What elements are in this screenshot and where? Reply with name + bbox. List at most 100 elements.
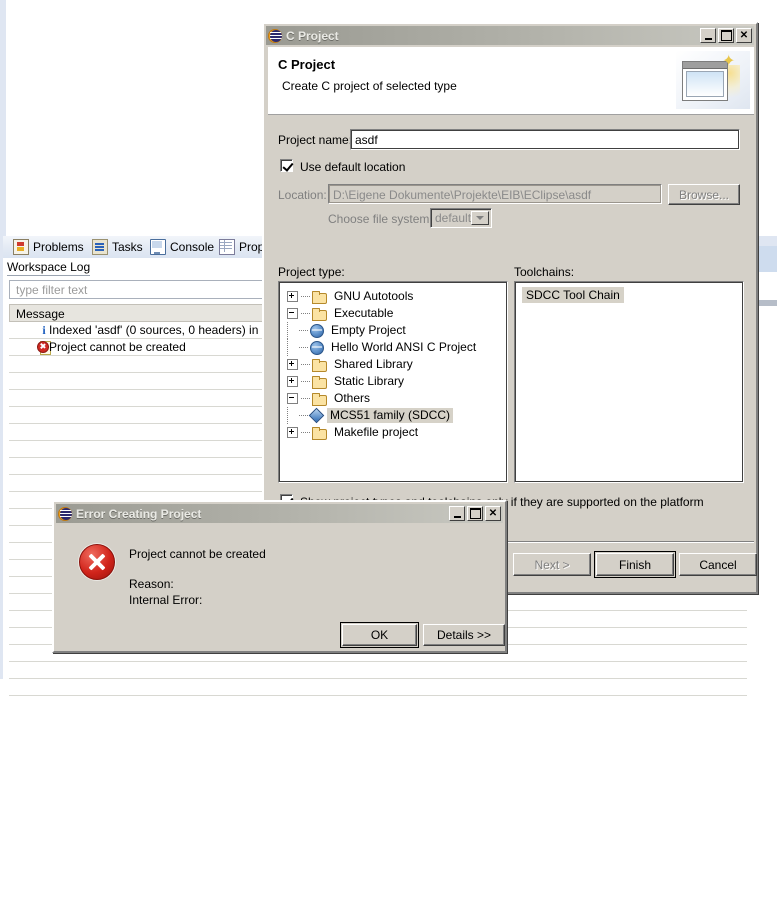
wizard-banner: C Project Create C project of selected t… [268,47,754,115]
expand-icon[interactable] [287,291,298,302]
maximize-button[interactable] [467,506,483,521]
details-button[interactable]: Details >> [423,624,505,646]
tree-guide [287,322,288,339]
ok-button[interactable]: OK [340,622,419,648]
tree-connector [301,381,310,382]
new-project-wizard-icon: ✦ [676,51,750,109]
tree-item-label: Executable [334,306,394,320]
tab-problems[interactable]: Problems [9,238,88,256]
console-icon [150,239,166,255]
maximize-button[interactable] [718,28,734,43]
table-row-empty [9,679,753,696]
bullet-icon [310,323,324,338]
list-item[interactable]: SDCC Tool Chain [522,287,624,303]
project-type-tree[interactable]: GNU Autotools Executable Empty Project Hell… [278,281,508,483]
tab-console-label: Console [170,240,215,254]
error-reason-label: Reason: [129,577,174,591]
tree-item-label: Others [334,391,371,405]
tree-connector [301,398,310,399]
chevron-down-icon[interactable] [471,211,489,225]
tasks-icon [92,239,108,255]
info-icon: i [42,323,46,337]
view-title: Workspace Log [7,260,91,276]
close-button[interactable] [736,28,752,43]
tree-connector [299,415,308,416]
error-message: Project cannot be created [129,547,266,561]
folder-icon [312,290,327,304]
tree-item-label: Static Library [334,374,405,388]
tree-connector [301,313,310,314]
tree-item[interactable]: MCS51 family (SDCC) [287,407,503,424]
minimize-button[interactable] [700,28,716,43]
toolchains-label: Toolchains: [514,265,575,279]
tree-connector [301,364,310,365]
close-button[interactable] [485,506,501,521]
error-dialog-title-buttons [449,506,501,521]
tab-tasks[interactable]: Tasks [88,238,147,256]
wizard-subtitle: Create C project of selected type [282,79,457,93]
location-input[interactable]: D:\Eigene Dokumente\Projekte\EIB\EClipse… [328,184,662,204]
error-icon [79,544,115,580]
log-row-text: Indexed 'asdf' (0 sources, 0 headers) in… [49,323,279,337]
next-button[interactable]: Next > [513,553,591,576]
filter-placeholder: type filter text [16,283,88,297]
file-system-label: Choose file system: [328,212,433,226]
folder-icon [312,426,327,440]
location-value: D:\Eigene Dokumente\Projekte\EIB\EClipse… [333,188,592,202]
tab-tasks-label: Tasks [112,240,143,254]
diamond-icon [310,409,323,422]
error-dialog-title: Error Creating Project [76,506,202,521]
use-default-location-label: Use default location [300,160,406,174]
wizard-title-buttons [700,28,752,43]
tree-item[interactable]: Static Library [287,373,503,390]
tree-item[interactable]: GNU Autotools [287,288,503,305]
log-row-text: Project cannot be created [49,340,186,354]
minimize-button[interactable] [449,506,465,521]
tree-item-label: Shared Library [334,357,413,371]
folder-icon [312,307,327,321]
use-default-location-checkbox[interactable] [280,159,293,172]
expand-icon[interactable] [287,427,298,438]
tab-console[interactable]: Console [146,238,218,256]
tree-item[interactable]: Makefile project [287,424,503,441]
error-dialog-body: Project cannot be created Reason: Intern… [57,525,505,648]
wizard-heading: C Project [278,57,336,72]
table-row-empty [9,662,753,679]
tree-item[interactable]: Empty Project [287,322,503,339]
tree-item-label: Makefile project [334,425,419,439]
folder-icon [312,392,327,406]
finish-button[interactable]: Finish [594,551,676,578]
file-system-select[interactable]: default [430,208,492,228]
tree-item-label: Hello World ANSI C Project [331,340,477,354]
wizard-titlebar[interactable]: C Project [266,26,754,45]
project-name-value: asdf [355,133,378,147]
location-label: Location: [278,188,327,202]
browse-button[interactable]: Browse... [668,184,740,205]
column-header-label: Message [16,307,65,321]
properties-icon [219,239,235,255]
tree-item[interactable]: Executable [287,305,503,322]
collapse-icon[interactable] [287,308,298,319]
bullet-icon [310,340,324,355]
tree-item[interactable]: Hello World ANSI C Project [287,339,503,356]
error-creating-project-dialog[interactable]: Error Creating Project Project cannot be… [52,500,507,653]
tree-item[interactable]: Shared Library [287,356,503,373]
eclipse-icon [268,28,282,43]
tree-item[interactable]: Others [287,390,503,407]
cancel-button[interactable]: Cancel [679,553,757,576]
folder-icon [312,358,327,372]
folder-icon [312,375,327,389]
tree-connector [301,432,310,433]
error-dialog-titlebar[interactable]: Error Creating Project [56,504,503,523]
problems-icon [13,239,29,255]
toolchains-list[interactable]: SDCC Tool Chain [514,281,744,483]
project-type-label: Project type: [278,265,345,279]
tab-problems-label: Problems [33,240,84,254]
tree-item-label: GNU Autotools [334,289,414,303]
expand-icon[interactable] [287,359,298,370]
expand-icon[interactable] [287,376,298,387]
error-reason-text: Internal Error: [129,593,203,607]
collapse-icon[interactable] [287,393,298,404]
eclipse-icon [58,506,72,521]
project-name-input[interactable]: asdf [350,129,740,150]
